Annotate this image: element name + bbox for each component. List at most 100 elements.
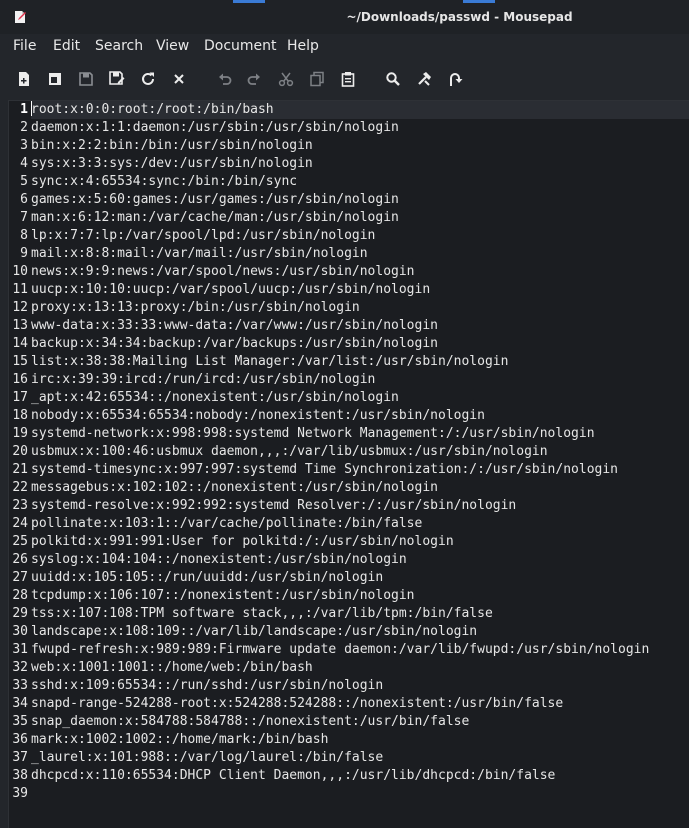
menu-view[interactable]: View <box>156 38 189 54</box>
code-line[interactable]: games:x:5:60:games:/usr/games:/usr/sbin/… <box>31 191 689 209</box>
line-number: 33 <box>12 678 28 693</box>
find-replace-button[interactable] <box>413 68 435 90</box>
code-line[interactable]: www-data:x:33:33:www-data:/var/www:/usr/… <box>31 317 689 335</box>
menu-bar: File Edit Search View Document Help <box>0 34 689 60</box>
code-line[interactable]: fwupd-refresh:x:989:989:Firmware update … <box>31 641 689 659</box>
code-line[interactable]: nobody:x:65534:65534:nobody:/nonexistent… <box>31 407 689 425</box>
line-number: 10 <box>12 264 28 279</box>
code-line[interactable]: backup:x:34:34:backup:/var/backups:/usr/… <box>31 335 689 353</box>
copy-button[interactable] <box>306 68 328 90</box>
line-number: 31 <box>12 642 28 657</box>
code-line[interactable]: snapd-range-524288-root:x:524288:524288:… <box>31 695 689 713</box>
line-number: 5 <box>20 174 28 189</box>
copy-icon <box>310 71 324 87</box>
cut-icon <box>278 72 294 87</box>
find-replace-icon <box>418 72 431 86</box>
redo-icon <box>247 73 260 85</box>
paste-icon <box>341 72 355 87</box>
code-line[interactable]: root:x:0:0:root:/root:/bin/bash <box>31 101 689 119</box>
code-line[interactable]: tss:x:107:108:TPM software stack,,,:/var… <box>31 605 689 623</box>
new-window-button[interactable] <box>44 68 66 90</box>
menu-document[interactable]: Document <box>204 38 277 54</box>
code-line[interactable]: daemon:x:1:1:daemon:/usr/sbin:/usr/sbin/… <box>31 119 689 137</box>
line-number: 2 <box>20 120 28 135</box>
line-number: 1 <box>20 102 28 117</box>
code-line[interactable]: news:x:9:9:news:/var/spool/news:/usr/sbi… <box>31 263 689 281</box>
save-as-icon <box>109 71 125 85</box>
menu-edit[interactable]: Edit <box>53 38 80 54</box>
code-line[interactable]: man:x:6:12:man:/var/cache/man:/usr/sbin/… <box>31 209 689 227</box>
code-line[interactable]: irc:x:39:39:ircd:/run/ircd:/usr/sbin/nol… <box>31 371 689 389</box>
title-bar-accent <box>233 0 265 3</box>
code-line[interactable]: _apt:x:42:65534::/nonexistent:/usr/sbin/… <box>31 389 689 407</box>
line-number: 16 <box>12 372 28 387</box>
code-line[interactable]: landscape:x:108:109::/var/lib/landscape:… <box>31 623 689 641</box>
code-line[interactable]: pollinate:x:103:1::/var/cache/pollinate:… <box>31 515 689 533</box>
undo-icon <box>219 73 232 85</box>
toolbar <box>0 62 689 96</box>
menu-help[interactable]: Help <box>287 38 319 54</box>
code-line[interactable] <box>31 785 689 803</box>
save-as-button[interactable] <box>106 68 128 90</box>
code-line[interactable]: systemd-network:x:998:998:systemd Networ… <box>31 425 689 443</box>
line-number: 38 <box>12 768 28 783</box>
paste-button[interactable] <box>337 68 359 90</box>
code-line[interactable]: web:x:1001:1001::/home/web:/bin/bash <box>31 659 689 677</box>
close-document-button[interactable] <box>168 68 190 90</box>
line-number: 13 <box>12 318 28 333</box>
line-number: 24 <box>12 516 28 531</box>
line-number: 6 <box>20 192 28 207</box>
code-line[interactable]: mail:x:8:8:mail:/var/mail:/usr/sbin/nolo… <box>31 245 689 263</box>
code-line[interactable]: systemd-resolve:x:992:992:systemd Resolv… <box>31 497 689 515</box>
save-button[interactable] <box>75 68 97 90</box>
new-document-icon <box>19 72 29 86</box>
find-button[interactable] <box>382 68 404 90</box>
menu-search[interactable]: Search <box>95 38 143 54</box>
code-line[interactable]: sync:x:4:65534:sync:/bin:/bin/sync <box>31 173 689 191</box>
line-number: 29 <box>12 606 28 621</box>
line-number: 39 <box>12 786 28 801</box>
line-number: 11 <box>12 282 28 297</box>
title-bar-accent <box>463 0 495 3</box>
code-line[interactable]: uucp:x:10:10:uucp:/var/spool/uucp:/usr/s… <box>31 281 689 299</box>
code-line[interactable]: proxy:x:13:13:proxy:/bin:/usr/sbin/nolog… <box>31 299 689 317</box>
reload-button[interactable] <box>137 68 159 90</box>
code-line[interactable]: sys:x:3:3:sys:/dev:/usr/sbin/nologin <box>31 155 689 173</box>
line-number: 19 <box>12 426 28 441</box>
redo-button[interactable] <box>243 68 265 90</box>
code-line[interactable]: systemd-timesync:x:997:997:systemd Time … <box>31 461 689 479</box>
reload-icon <box>142 72 154 85</box>
close-icon <box>174 74 184 84</box>
line-number: 20 <box>12 444 28 459</box>
line-number: 27 <box>12 570 28 585</box>
code-line[interactable]: snap_daemon:x:584788:584788::/nonexisten… <box>31 713 689 731</box>
code-line[interactable]: usbmux:x:100:46:usbmux daemon,,,:/var/li… <box>31 443 689 461</box>
mousepad-window: ~/Downloads/passwd - Mousepad File Edit … <box>0 0 689 828</box>
line-number: 3 <box>20 138 28 153</box>
text-editor[interactable]: 1 2 3 4 5 6 7 8 9 10 11 12 13 14 15 16 17 18 19 20 21 22 23 24 2… <box>8 100 689 828</box>
title-bar[interactable]: ~/Downloads/passwd - Mousepad <box>0 0 689 34</box>
new-window-icon <box>49 73 61 85</box>
cut-button[interactable] <box>275 68 297 90</box>
text-cursor <box>31 101 32 116</box>
line-number: 12 <box>12 300 28 315</box>
new-document-button[interactable] <box>13 68 35 90</box>
code-line[interactable]: syslog:x:104:104::/nonexistent:/usr/sbin… <box>31 551 689 569</box>
line-number: 28 <box>12 588 28 603</box>
code-line[interactable]: sshd:x:109:65534::/run/sshd:/usr/sbin/no… <box>31 677 689 695</box>
code-line[interactable]: mark:x:1002:1002::/home/mark:/bin/bash <box>31 731 689 749</box>
code-line[interactable]: bin:x:2:2:bin:/bin:/usr/sbin/nologin <box>31 137 689 155</box>
code-line[interactable]: list:x:38:38:Mailing List Manager:/var/l… <box>31 353 689 371</box>
code-line[interactable]: _laurel:x:101:988::/var/log/laurel:/bin/… <box>31 749 689 767</box>
code-line[interactable]: uuidd:x:105:105::/run/uuidd:/usr/sbin/no… <box>31 569 689 587</box>
undo-button[interactable] <box>214 68 236 90</box>
code-line[interactable]: dhcpcd:x:110:65534:DHCP Client Daemon,,,… <box>31 767 689 785</box>
line-number: 17 <box>12 390 28 405</box>
menu-file[interactable]: File <box>13 38 36 54</box>
code-line[interactable]: messagebus:x:102:102::/nonexistent:/usr/… <box>31 479 689 497</box>
code-line[interactable]: lp:x:7:7:lp:/var/spool/lpd:/usr/sbin/nol… <box>31 227 689 245</box>
code-line[interactable]: tcpdump:x:106:107::/nonexistent:/usr/sbi… <box>31 587 689 605</box>
go-to-line-button[interactable] <box>444 68 466 90</box>
text-area[interactable]: root:x:0:0:root:/root:/bin/bash daemon:x:… <box>31 101 689 803</box>
code-line[interactable]: polkitd:x:991:991:User for polkitd:/:/us… <box>31 533 689 551</box>
